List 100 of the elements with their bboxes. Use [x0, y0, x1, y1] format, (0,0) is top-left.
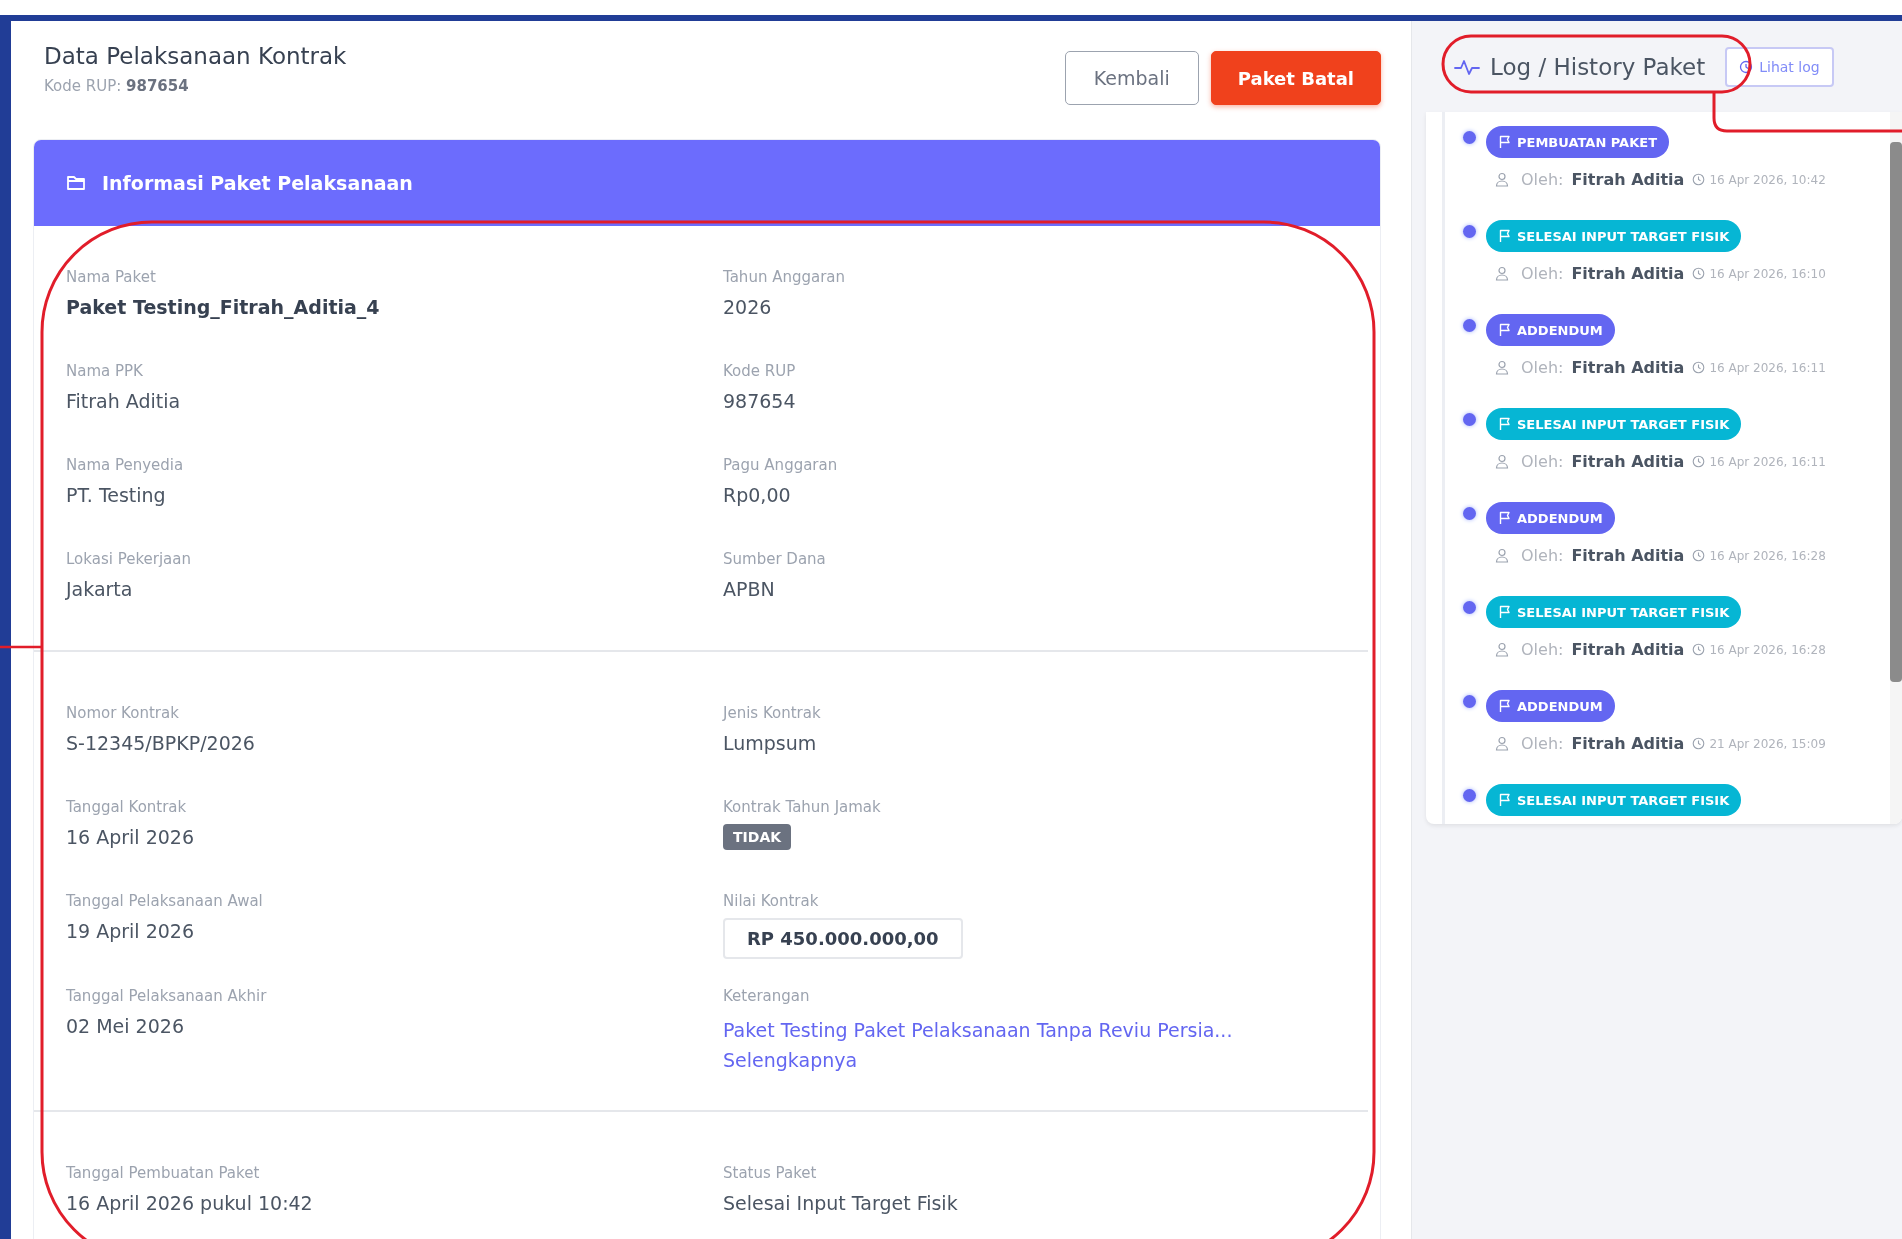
event-time: 21 Apr 2026, 15:09 — [1709, 736, 1826, 751]
event-time: 16 Apr 2026, 16:11 — [1709, 454, 1826, 469]
folder-icon — [66, 174, 86, 192]
view-log-button[interactable]: Lihat log — [1725, 47, 1834, 87]
timeline-dot — [1463, 694, 1476, 708]
event-tag: PEMBUATAN PAKET — [1486, 126, 1669, 158]
clock-icon — [1692, 549, 1706, 562]
field-label: Jenis Kontrak — [723, 704, 822, 722]
field-value: 19 April 2026 — [66, 920, 196, 942]
user-icon — [1495, 266, 1509, 281]
field-label: Sumber Dana — [723, 550, 827, 568]
field-value: Selesai Input Target Fisik — [723, 1191, 959, 1214]
author-name: Fitrah Aditia — [1571, 734, 1685, 753]
clock-icon — [1739, 60, 1754, 74]
flag-icon — [1498, 135, 1512, 149]
description-text: Paket Testing Paket Pelaksanaan Tanpa Reviu Persia... — [723, 1018, 1234, 1043]
field-value: 16 April 2026 pukul 10:42 — [66, 1191, 314, 1214]
field-label: Nilai Kontrak — [723, 892, 820, 910]
user-icon — [1495, 736, 1509, 751]
field-label: Status Paket — [723, 1163, 818, 1182]
field-value: Rp0,00 — [723, 484, 792, 506]
event-time: 16 Apr 2026, 16:28 — [1709, 548, 1826, 563]
scrollbar[interactable] — [1890, 112, 1902, 824]
user-icon — [1495, 360, 1509, 375]
field-value: Jakarta — [66, 578, 134, 600]
field-value: 2026 — [723, 296, 773, 318]
event-time: 16 Apr 2026, 16:11 — [1709, 360, 1826, 375]
user-icon — [1495, 642, 1509, 657]
clock-icon — [1692, 643, 1706, 656]
event-tag: ADDENDUM — [1486, 314, 1615, 346]
field-label: Tanggal Kontrak — [66, 798, 188, 816]
author-prefix: Oleh: — [1521, 358, 1564, 377]
user-icon — [1495, 172, 1509, 187]
flag-icon — [1498, 699, 1512, 713]
author-name: Fitrah Aditia — [1571, 264, 1685, 283]
clock-icon — [1692, 455, 1706, 468]
field-label: Nama PPK — [66, 362, 144, 380]
author-prefix: Oleh: — [1521, 546, 1564, 565]
event-tag: SELESAI INPUT TARGET FISIK — [1486, 220, 1742, 252]
field-label: Nomor Kontrak — [66, 704, 180, 722]
field-value: PT. Testing — [66, 484, 167, 506]
flag-icon — [1498, 511, 1512, 525]
field-value: 987654 — [723, 390, 797, 412]
field-label: Kode RUP — [723, 362, 797, 380]
clock-icon — [1692, 361, 1706, 374]
event-tag: SELESAI INPUT TARGET FISIK — [1486, 784, 1742, 816]
event-time: 16 Apr 2026, 10:42 — [1709, 172, 1826, 187]
event-tag: SELESAI INPUT TARGET FISIK — [1486, 596, 1742, 628]
field-value: 02 Mei 2026 — [66, 1015, 185, 1037]
card-title: Informasi Paket Pelaksanaan — [102, 172, 413, 194]
field-value: APBN — [723, 578, 776, 600]
field-label: Kontrak Tahun Jamak — [723, 798, 882, 816]
field-value: Fitrah Aditia — [66, 390, 182, 412]
author-name: Fitrah Aditia — [1571, 170, 1685, 189]
flag-icon — [1498, 605, 1512, 619]
event-time: 16 Apr 2026, 16:28 — [1709, 642, 1826, 657]
user-icon — [1495, 548, 1509, 563]
author-prefix: Oleh: — [1521, 170, 1564, 189]
field-label: Tanggal Pembuatan Paket — [66, 1163, 261, 1182]
timeline-dot — [1463, 788, 1476, 802]
author-prefix: Oleh: — [1521, 640, 1564, 659]
activity-icon — [1454, 58, 1480, 76]
field-label: Nama Paket — [66, 268, 157, 286]
field-value: 16 April 2026 — [66, 826, 196, 848]
field-label: Nama Penyedia — [66, 456, 185, 474]
field-label: Pagu Anggaran — [723, 456, 839, 474]
timeline-dot — [1463, 506, 1476, 520]
timeline-dot — [1463, 600, 1476, 614]
user-icon — [1495, 454, 1509, 469]
author-name: Fitrah Aditia — [1571, 640, 1685, 659]
timeline-dot — [1463, 130, 1476, 144]
clock-icon — [1692, 737, 1706, 750]
page-subtitle: Kode RUP: 987654 — [44, 77, 190, 95]
timeline-dot — [1463, 224, 1476, 238]
field-value: S-12345/BPKP/2026 — [66, 732, 256, 754]
amount-box: RP 450.000.000,00 — [723, 918, 963, 959]
annotation-connector — [0, 645, 42, 649]
flag-icon — [1498, 323, 1512, 337]
status-badge: TIDAK — [723, 824, 792, 850]
timeline-dot — [1463, 318, 1476, 332]
flag-icon — [1498, 417, 1512, 431]
clock-icon — [1692, 173, 1706, 186]
field-label: Tahun Anggaran — [723, 268, 847, 286]
author-prefix: Oleh: — [1521, 452, 1564, 471]
event-time: 16 Apr 2026, 16:10 — [1709, 266, 1826, 281]
back-button[interactable]: Kembali — [1064, 51, 1199, 105]
clock-icon — [1692, 267, 1706, 280]
author-prefix: Oleh: — [1521, 734, 1564, 753]
flag-icon — [1498, 229, 1512, 243]
field-label: Tanggal Pelaksanaan Akhir — [66, 987, 268, 1005]
flag-icon — [1498, 793, 1512, 807]
field-label: Lokasi Pekerjaan — [66, 550, 192, 568]
event-tag: SELESAI INPUT TARGET FISIK — [1486, 408, 1742, 440]
author-prefix: Oleh: — [1521, 264, 1564, 283]
author-name: Fitrah Aditia — [1571, 452, 1685, 471]
author-name: Fitrah Aditia — [1571, 546, 1685, 565]
log-title: Log / History Paket — [1490, 54, 1706, 80]
cancel-button[interactable]: Paket Batal — [1210, 51, 1381, 105]
event-tag: ADDENDUM — [1486, 502, 1615, 534]
read-more-link[interactable]: Selengkapnya — [723, 1045, 858, 1076]
